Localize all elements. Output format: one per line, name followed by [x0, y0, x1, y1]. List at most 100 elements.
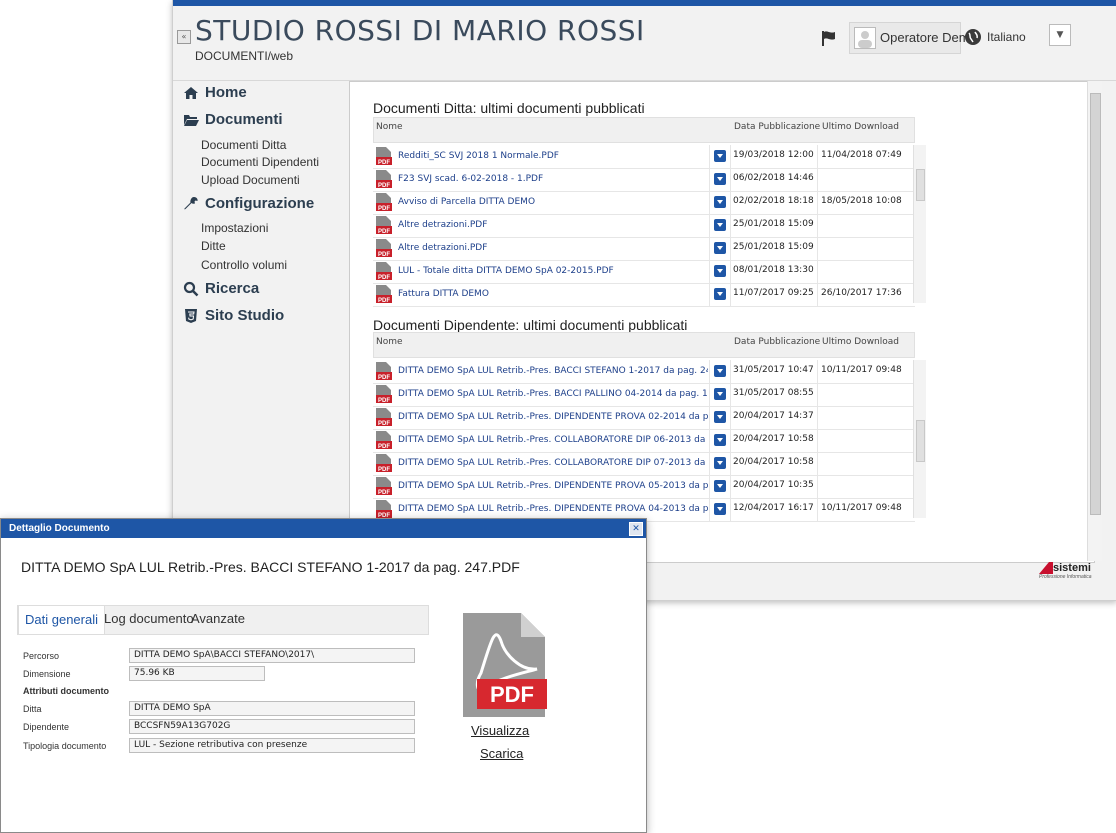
sidebar-subitem-controllo-volumi[interactable]: Controllo volumi	[201, 258, 287, 272]
table-row[interactable]: PDF LUL - Totale ditta DITTA DEMO SpA 02-…	[373, 260, 915, 284]
table-row[interactable]: PDF Redditi_SC SVJ 2018 1 Normale.PDF 19/0…	[373, 145, 915, 169]
field-dipendente[interactable]: BCCSFN59A13G702G	[129, 719, 415, 734]
pdf-icon: PDF	[376, 477, 392, 496]
sidebar-item-ricerca[interactable]: Ricerca	[183, 280, 259, 297]
file-name-link[interactable]: Avviso di Parcella DITTA DEMO	[398, 197, 708, 207]
column-divider	[817, 406, 818, 429]
publication-date: 19/03/2018 12:00	[733, 150, 814, 160]
file-name-link[interactable]: Fattura DITTA DEMO	[398, 289, 708, 299]
scroll-thumb[interactable]	[916, 169, 925, 201]
file-name-link[interactable]: DITTA DEMO SpA LUL Retrib.-Pres. DIPENDE…	[398, 481, 708, 491]
download-icon[interactable]	[714, 434, 726, 446]
visualizza-link[interactable]: Visualizza	[471, 723, 529, 738]
table-row[interactable]: PDF DITTA DEMO SpA LUL Retrib.-Pres. COLL…	[373, 429, 915, 453]
label-attributi-documento: Attributi documento	[23, 686, 109, 696]
file-name-link[interactable]: LUL - Totale ditta DITTA DEMO SpA 02-201…	[398, 266, 708, 276]
file-name-link[interactable]: DITTA DEMO SpA LUL Retrib.-Pres. DIPENDE…	[398, 504, 708, 514]
col-header-nome[interactable]: Nome	[376, 122, 403, 132]
column-divider	[817, 360, 818, 383]
globe-icon[interactable]	[963, 27, 983, 47]
sidebar-subitem-documenti-ditta[interactable]: Documenti Ditta	[201, 138, 286, 152]
table-row[interactable]: PDF Altre detrazioni.PDF 25/01/2018 15:09	[373, 237, 915, 261]
download-icon[interactable]	[714, 242, 726, 254]
sidebar-subitem-upload-documenti[interactable]: Upload Documenti	[201, 173, 300, 187]
pdf-icon: PDF	[376, 454, 392, 473]
field-ditta[interactable]: DITTA DEMO SpA	[129, 701, 415, 716]
field-dimensione[interactable]: 75.96 KB	[129, 666, 265, 681]
file-name-link[interactable]: DITTA DEMO SpA LUL Retrib.-Pres. COLLABO…	[398, 458, 708, 468]
scroll-thumb[interactable]	[916, 420, 925, 462]
download-icon[interactable]	[714, 365, 726, 377]
download-icon[interactable]	[714, 480, 726, 492]
column-divider	[730, 191, 731, 214]
download-icon[interactable]	[714, 288, 726, 300]
table-scrollbar-ditta[interactable]	[913, 145, 926, 303]
top-accent-bar	[173, 0, 1116, 6]
file-name-link[interactable]: DITTA DEMO SpA LUL Retrib.-Pres. DIPENDE…	[398, 412, 708, 422]
file-name-link[interactable]: Redditi_SC SVJ 2018 1 Normale.PDF	[398, 151, 708, 161]
flag-icon[interactable]	[819, 28, 839, 48]
download-icon[interactable]	[714, 173, 726, 185]
table-row[interactable]: PDF Avviso di Parcella DITTA DEMO 02/02/20…	[373, 191, 915, 215]
last-download-date: 10/11/2017 09:48	[821, 365, 902, 375]
table-row[interactable]: PDF DITTA DEMO SpA LUL Retrib.-Pres. DIPE…	[373, 406, 915, 430]
logo-text: sistemi	[1053, 562, 1091, 574]
language-dropdown[interactable]: ▼	[1049, 24, 1071, 46]
file-name-link[interactable]: DITTA DEMO SpA LUL Retrib.-Pres. BACCI P…	[398, 389, 708, 399]
sidebar-item-home[interactable]: Home	[183, 84, 247, 101]
file-name-link[interactable]: DITTA DEMO SpA LUL Retrib.-Pres. BACCI S…	[398, 366, 708, 376]
collapse-sidebar-button[interactable]: «	[177, 30, 191, 44]
table-row[interactable]: PDF Altre detrazioni.PDF 25/01/2018 15:09	[373, 214, 915, 238]
download-icon[interactable]	[714, 196, 726, 208]
download-icon[interactable]	[714, 219, 726, 231]
scroll-thumb[interactable]	[1090, 93, 1101, 515]
language-label[interactable]: Italiano	[987, 30, 1026, 44]
sidebar-subitem-documenti-dipendenti[interactable]: Documenti Dipendenti	[201, 155, 319, 169]
file-name-link[interactable]: F23 SVJ scad. 6-02-2018 - 1.PDF	[398, 174, 708, 184]
file-name-link[interactable]: Altre detrazioni.PDF	[398, 220, 708, 230]
col-header-data-pubblicazione[interactable]: Data Pubblicazione	[734, 122, 820, 132]
table-row[interactable]: PDF DITTA DEMO SpA LUL Retrib.-Pres. COLL…	[373, 452, 915, 476]
download-icon[interactable]	[714, 411, 726, 423]
field-percorso[interactable]: DITTA DEMO SpA\BACCI STEFANO\2017\	[129, 648, 415, 663]
close-icon[interactable]: ✕	[629, 522, 643, 536]
content-scrollbar[interactable]	[1087, 81, 1102, 561]
logo-tagline: Professione Informatica	[1039, 574, 1092, 581]
download-icon[interactable]	[714, 503, 726, 515]
dialog-titlebar[interactable]: Dettaglio Documento ✕	[1, 519, 646, 538]
download-icon[interactable]	[714, 388, 726, 400]
sidebar-subitem-impostazioni[interactable]: Impostazioni	[201, 221, 268, 235]
sidebar-item-configurazione[interactable]: Configurazione	[183, 195, 314, 212]
table-scrollbar-dipendente[interactable]	[913, 360, 926, 518]
col-header-ultimo-download[interactable]: Ultimo Download	[822, 337, 899, 347]
table-row[interactable]: PDF Fattura DITTA DEMO 11/07/2017 09:25 26/…	[373, 283, 915, 307]
col-header-data-pubblicazione[interactable]: Data Pubblicazione	[734, 337, 820, 347]
table-row[interactable]: PDF DITTA DEMO SpA LUL Retrib.-Pres. DIPE…	[373, 475, 915, 499]
user-menu[interactable]: Operatore Demo	[849, 22, 977, 54]
col-header-ultimo-download[interactable]: Ultimo Download	[822, 122, 899, 132]
sidebar-subitem-ditte[interactable]: Ditte	[201, 239, 226, 253]
column-divider	[817, 191, 818, 214]
folder-open-icon	[184, 114, 199, 126]
col-header-nome[interactable]: Nome	[376, 337, 403, 347]
pdf-file-icon[interactable]: PDF	[461, 611, 547, 719]
field-tipologia-documento[interactable]: LUL - Sezione retributiva con presenze	[129, 738, 415, 753]
sidebar-item-documenti[interactable]: Documenti	[183, 111, 283, 128]
download-icon[interactable]	[714, 457, 726, 469]
tab-dati-generali[interactable]: Dati generali	[18, 605, 105, 634]
table-row[interactable]: PDF DITTA DEMO SpA LUL Retrib.-Pres. BACC…	[373, 383, 915, 407]
sidebar-item-sito-studio[interactable]: Sito Studio	[183, 307, 284, 324]
column-divider	[817, 498, 818, 521]
svg-text:PDF: PDF	[378, 421, 390, 427]
wrench-icon	[184, 196, 198, 209]
download-icon[interactable]	[714, 150, 726, 162]
download-icon[interactable]	[714, 265, 726, 277]
table-row[interactable]: PDF F23 SVJ scad. 6-02-2018 - 1.PDF 06/02/…	[373, 168, 915, 192]
tab-avanzate[interactable]: Avanzate	[185, 605, 251, 633]
content-panel: Documenti Ditta: ultimi documenti pubbli…	[349, 81, 1095, 563]
last-download-date: 10/11/2017 09:48	[821, 503, 902, 513]
scarica-link[interactable]: Scarica	[480, 746, 523, 761]
file-name-link[interactable]: DITTA DEMO SpA LUL Retrib.-Pres. COLLABO…	[398, 435, 708, 445]
file-name-link[interactable]: Altre detrazioni.PDF	[398, 243, 708, 253]
table-row[interactable]: PDF DITTA DEMO SpA LUL Retrib.-Pres. BACC…	[373, 360, 915, 384]
